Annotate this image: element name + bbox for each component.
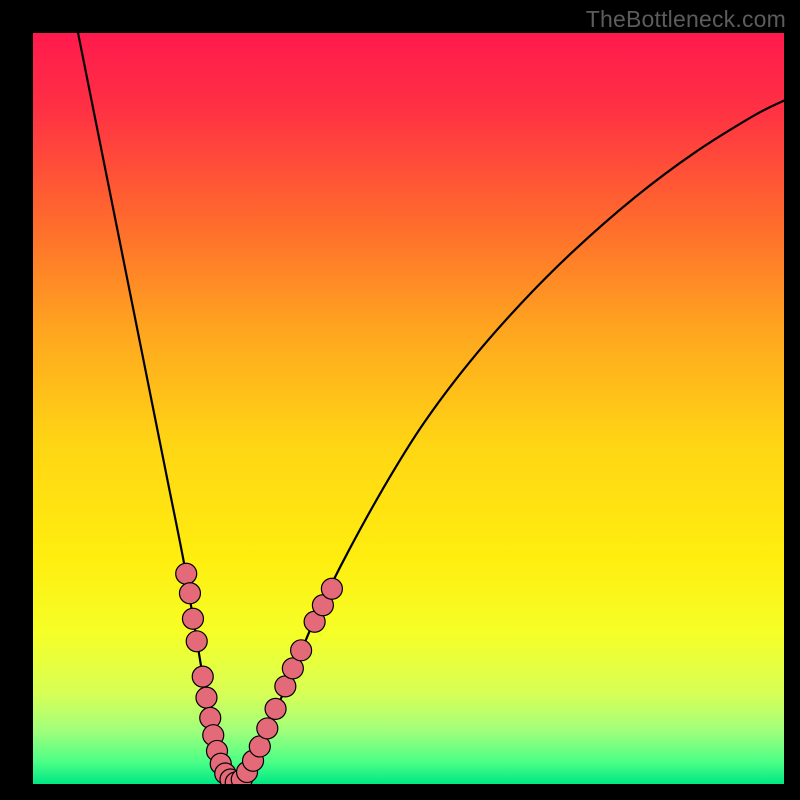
chart-frame: TheBottleneck.com: [0, 0, 800, 800]
plot-area: [33, 33, 784, 784]
watermark-text: TheBottleneck.com: [586, 6, 786, 33]
background-gradient: [33, 33, 784, 784]
